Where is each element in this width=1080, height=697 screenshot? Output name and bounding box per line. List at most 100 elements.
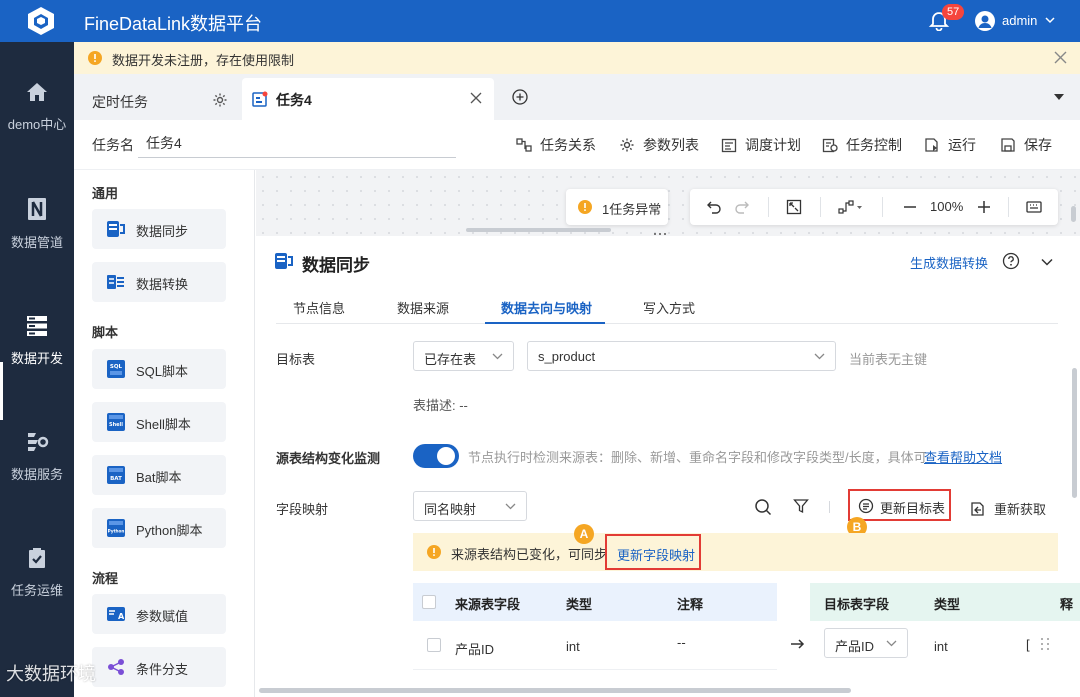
target-field-type: int — [934, 639, 948, 654]
palette-item-label: 参数赋值 — [136, 609, 189, 624]
chevron-down-icon[interactable] — [1044, 14, 1056, 26]
palette-item-python-script[interactable]: Python Python脚本 — [92, 508, 226, 548]
subtab-node-info[interactable]: 节点信息 — [293, 298, 345, 317]
close-icon[interactable] — [470, 92, 482, 104]
divider — [829, 501, 830, 513]
subtab-data-source[interactable]: 数据来源 — [397, 298, 449, 317]
chevron-down-icon[interactable] — [1040, 255, 1054, 269]
save-button[interactable]: 保存 — [1000, 135, 1052, 155]
data-sync-icon — [275, 253, 293, 269]
select-all-checkbox[interactable] — [422, 595, 436, 609]
subtab-write-mode[interactable]: 写入方式 — [643, 298, 695, 317]
fit-view-icon[interactable] — [786, 199, 802, 215]
target-field-select[interactable]: 产品ID — [824, 628, 908, 658]
panel-title: 数据同步 — [302, 256, 370, 275]
svg-text:Shell: Shell — [109, 422, 123, 428]
keyboard-icon[interactable] — [1026, 199, 1042, 215]
update-field-mapping-button[interactable]: 更新字段映射 — [605, 534, 701, 570]
sidebar-item-ops[interactable]: 任务运维 — [0, 546, 74, 599]
sidebar-item-development[interactable]: 数据开发 — [0, 314, 74, 367]
help-icon[interactable] — [1002, 252, 1020, 270]
user-name[interactable]: admin — [1002, 13, 1037, 28]
palette-item-label: Bat脚本 — [136, 470, 182, 485]
panel-subtabs: 节点信息 数据来源 数据去向与映射 写入方式 — [276, 286, 1058, 324]
chevron-down-icon — [492, 353, 503, 360]
update-target-table-button[interactable]: 更新目标表 — [848, 489, 951, 521]
mapping-mode-select[interactable]: 同名映射 — [413, 491, 527, 521]
column-header: 来源表字段 — [455, 597, 521, 612]
row-divider — [413, 669, 777, 670]
registration-notice: 数据开发未注册，存在使用限制 — [74, 42, 1080, 74]
caret-down-icon[interactable] — [1054, 94, 1064, 100]
watermark: 大数据环境 — [6, 664, 96, 684]
tab-scheduled-task[interactable]: 定时任务 — [82, 80, 240, 120]
gear-icon[interactable] — [212, 92, 228, 108]
palette-item-data-transform[interactable]: 数据转换 — [92, 262, 226, 302]
table-header: 来源表字段 类型 注释 — [413, 583, 777, 621]
task-name-label: 任务名 — [92, 137, 134, 153]
warning-text: 来源表结构已变化，可同步 — [451, 547, 608, 562]
node-palette: 通用 数据同步 数据转换 脚本 SQL SQL脚本 Shell Shell脚本 — [74, 170, 325, 697]
undo-icon[interactable] — [706, 199, 722, 215]
palette-item-bat-script[interactable]: BAT Bat脚本 — [92, 455, 226, 495]
condition-branch-icon — [108, 659, 124, 675]
sidebar-item-label: 数据管道 — [10, 235, 63, 250]
button-label: 更新字段映射 — [617, 548, 696, 563]
filter-icon[interactable] — [793, 498, 809, 514]
target-table-select[interactable]: s_product — [527, 341, 836, 371]
zoom-out-icon[interactable] — [902, 199, 918, 215]
palette-section-title: 流程 — [92, 571, 119, 586]
canvas-horizontal-scrollbar[interactable] — [466, 228, 611, 232]
no-primary-key-note: 当前表无主键 — [849, 352, 928, 367]
palette-item-label: Shell脚本 — [136, 417, 191, 432]
sidebar-item-service[interactable]: 数据服务 — [0, 430, 74, 483]
task-name-input[interactable] — [138, 128, 456, 158]
task-icon — [252, 91, 268, 107]
canvas-vertical-scrollbar[interactable] — [1071, 206, 1076, 222]
schedule-plan-button[interactable]: 调度计划 — [721, 135, 801, 155]
app-title: FineDataLink数据平台 — [84, 14, 263, 34]
task-relation-button[interactable]: 任务关系 — [516, 135, 596, 155]
search-icon[interactable] — [754, 498, 772, 516]
avatar[interactable] — [975, 11, 995, 31]
palette-item-condition-branch[interactable]: 条件分支 — [92, 647, 226, 687]
source-field-table: 来源表字段 类型 注释 产品ID int -- — [413, 583, 777, 697]
refetch-button[interactable]: 重新获取 — [970, 499, 1046, 518]
task-control-button[interactable]: 任务控制 — [822, 135, 902, 155]
close-icon[interactable] — [1054, 51, 1067, 64]
tab-task4[interactable]: 任务4 — [242, 78, 494, 120]
generate-transform-link[interactable]: 生成数据转换 — [910, 253, 988, 272]
row-checkbox[interactable] — [427, 638, 441, 652]
subtab-destination-mapping[interactable]: 数据去向与映射 — [501, 298, 592, 317]
zoom-in-icon[interactable] — [976, 199, 992, 215]
palette-item-shell-script[interactable]: Shell Shell脚本 — [92, 402, 226, 442]
task-error-chip[interactable]: 1任务异常 — [566, 189, 668, 225]
palette-item-data-sync[interactable]: 数据同步 — [92, 209, 226, 249]
panel-horizontal-scrollbar[interactable] — [259, 688, 851, 693]
drag-handle-icon[interactable] — [1038, 636, 1052, 652]
svg-text:A: A — [118, 612, 125, 621]
palette-section-title: 通用 — [92, 186, 119, 201]
panel-vertical-scrollbar[interactable] — [1072, 368, 1077, 498]
ops-icon — [29, 548, 45, 568]
toggle-knob — [437, 447, 455, 465]
param-list-button[interactable]: 参数列表 — [619, 135, 699, 155]
target-mode-select[interactable]: 已存在表 — [413, 341, 514, 371]
calendar-icon — [721, 138, 737, 153]
workflow-canvas[interactable]: 1任务异常 100% — [256, 170, 1080, 239]
sidebar-item-demo[interactable]: demo中心 — [0, 80, 74, 133]
sidebar-item-label: demo中心 — [7, 117, 67, 132]
chevron-down-icon — [814, 353, 825, 360]
refetch-icon — [971, 502, 984, 516]
help-doc-link[interactable]: 查看帮助文档 — [924, 447, 1002, 466]
add-tab-icon[interactable] — [512, 89, 528, 105]
redo-icon[interactable] — [734, 199, 750, 215]
sidebar-item-pipeline[interactable]: 数据管道 — [0, 196, 74, 251]
python-script-icon: Python — [107, 519, 125, 537]
palette-item-sql-script[interactable]: SQL SQL脚本 — [92, 349, 226, 389]
target-field-extra: [ — [1026, 637, 1030, 652]
palette-item-param-assign[interactable]: A 参数赋值 — [92, 594, 226, 634]
schema-monitor-toggle[interactable] — [413, 444, 459, 468]
connector-style-icon[interactable] — [838, 199, 864, 215]
run-button[interactable]: 运行 — [924, 135, 976, 155]
